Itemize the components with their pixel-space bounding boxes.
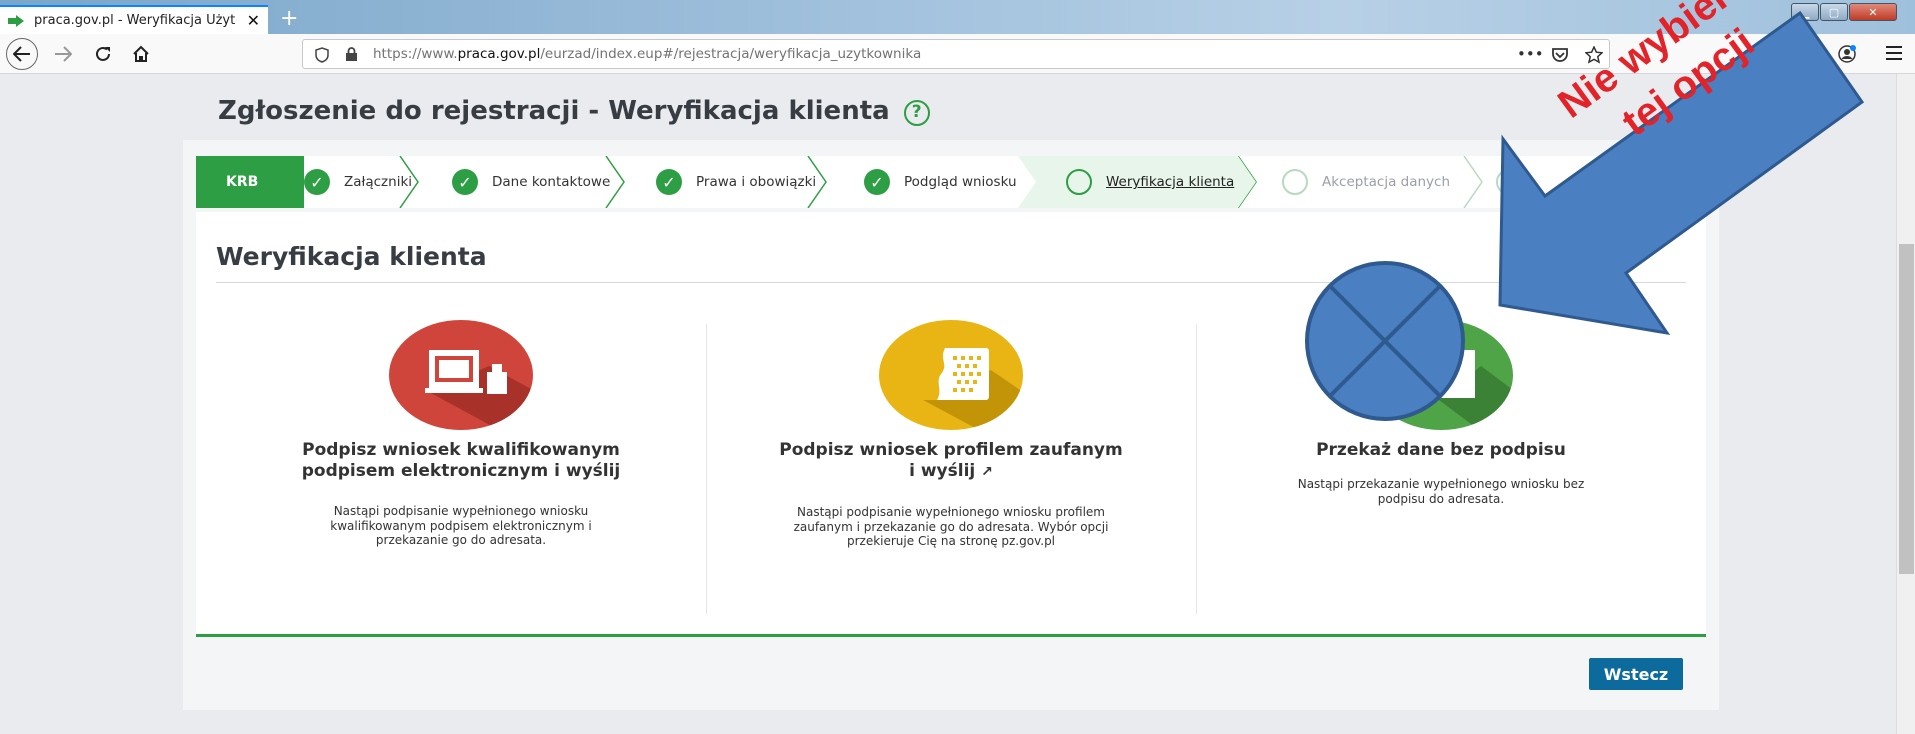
circle-icon (1282, 169, 1308, 195)
tab-title: praca.gov.pl - Weryfikacja Użyt (34, 13, 236, 28)
verification-card: Weryfikacja klienta Podpisz wniosek kwal… (196, 212, 1706, 637)
check-icon: ✓ (656, 169, 682, 195)
progress-steps: KRB ✓ Załączniki ✓ Dane kontaktowe ✓ Prawa … (196, 156, 1706, 208)
tab-close-icon[interactable]: ✕ (247, 11, 260, 30)
option-title[interactable]: Podpisz wniosek kwalifikowanym podpisem … (216, 440, 706, 482)
step-zalaczniki[interactable]: ✓ Załączniki (304, 156, 412, 208)
step-weryfikacja-klienta[interactable]: Weryfikacja klienta (1066, 156, 1234, 208)
lock-icon[interactable] (345, 47, 358, 62)
page-actions-icon[interactable]: ••• (1517, 45, 1544, 63)
option-no-signature[interactable]: Przekaż dane bez podpisu Nastąpi przekaz… (1196, 320, 1686, 506)
minimize-icon[interactable]: ▁ (1791, 3, 1819, 21)
option-title[interactable]: Przekaż dane bez podpisu (1196, 440, 1686, 461)
option-description: Nastąpi podpisanie wypełnionego wniosku … (330, 504, 592, 547)
shield-icon[interactable] (315, 47, 329, 63)
divider (216, 282, 1686, 283)
help-icon[interactable]: ? (903, 100, 930, 126)
window-controls: ▁ ▢ ✕ (1790, 3, 1897, 21)
browser-tab[interactable]: praca.gov.pl - Weryfikacja Użyt ✕ (0, 5, 268, 34)
maximize-icon[interactable]: ▢ (1820, 3, 1848, 21)
step-dane-kontaktowe[interactable]: ✓ Dane kontaktowe (452, 156, 610, 208)
close-window-icon[interactable]: ✕ (1849, 3, 1897, 21)
url-text[interactable]: https://www.praca.gov.pl/eurzad/index.eu… (373, 46, 921, 62)
page-footer (183, 637, 1719, 710)
pocket-icon[interactable] (1551, 47, 1569, 63)
step-podglad-wniosku[interactable]: ✓ Podgląd wniosku (864, 156, 1017, 208)
back-button[interactable]: Wstecz (1589, 658, 1683, 690)
new-tab-button[interactable]: + (280, 6, 298, 31)
check-icon: ✓ (864, 169, 890, 195)
step-prawa-i-obowiazki[interactable]: ✓ Prawa i obowiązki (656, 156, 816, 208)
back-arrow-icon[interactable] (6, 38, 38, 70)
home-icon[interactable] (126, 40, 156, 68)
arrow-favicon-icon (8, 14, 24, 27)
trusted-profile-id-icon (879, 320, 1023, 430)
option-trusted-profile[interactable]: Podpisz wniosek profilem zaufanym i wyśl… (706, 320, 1196, 549)
page-title: Zgłoszenie do rejestracji - Weryfikacja … (218, 96, 930, 126)
address-bar[interactable]: https://www.praca.gov.pl/eurzad/index.eu… (302, 39, 1610, 69)
reload-icon[interactable] (88, 40, 118, 68)
circle-icon (1496, 169, 1522, 195)
forward-arrow-icon[interactable] (48, 40, 78, 68)
step-krb[interactable]: KRB (196, 156, 304, 208)
check-icon: ✓ (304, 169, 330, 195)
option-qualified-signature[interactable]: Podpisz wniosek kwalifikowanym podpisem … (216, 320, 706, 548)
check-icon: ✓ (452, 169, 478, 195)
scrollbar[interactable] (1896, 74, 1915, 734)
section-title: Weryfikacja klienta (216, 242, 487, 271)
option-description: Nastąpi przekazanie wypełnionego wniosku… (1297, 477, 1585, 506)
document-send-icon (1369, 320, 1513, 430)
account-icon[interactable] (1838, 45, 1856, 63)
circle-icon (1066, 169, 1092, 195)
option-title[interactable]: Podpisz wniosek profilem zaufanym i wyśl… (706, 440, 1196, 483)
scrollbar-thumb[interactable] (1899, 244, 1914, 574)
external-link-icon: ↗ (981, 464, 993, 480)
computer-card-reader-icon (389, 320, 533, 430)
step-akceptacja-danych[interactable]: Akceptacja danych (1282, 156, 1450, 208)
option-description: Nastąpi podpisanie wypełnionego wniosku … (793, 505, 1109, 548)
menu-hamburger-icon[interactable] (1886, 46, 1902, 60)
step-next[interactable] (1496, 156, 1536, 208)
